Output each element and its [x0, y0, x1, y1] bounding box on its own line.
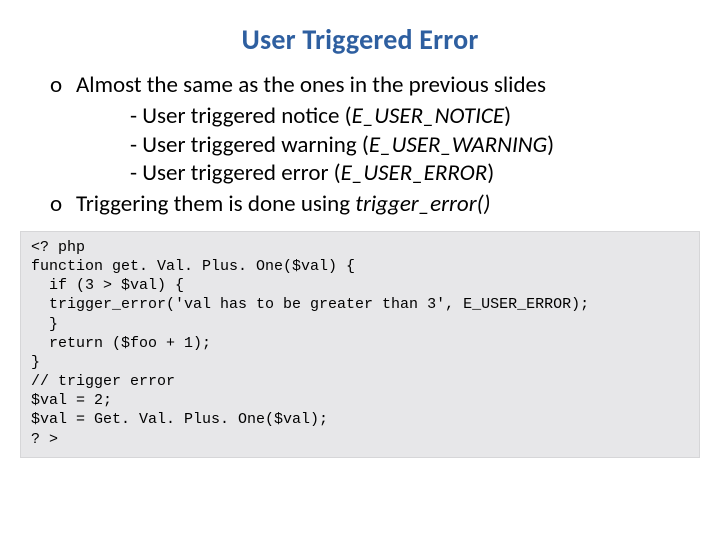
slide: User Triggered Error o Almost the same a… [0, 0, 720, 540]
sub-bullet-item: - User triggered error (E_USER_ERROR) [130, 159, 696, 188]
constant-name: E_USER_ERROR [341, 159, 488, 187]
sub-bullet-text: - User triggered error ( [130, 159, 341, 187]
code-block: <? php function get. Val. Plus. One($val… [20, 231, 700, 458]
bullet-marker: o [50, 190, 76, 219]
sub-bullet-text: - User triggered notice ( [130, 102, 352, 130]
sub-bullet-item: - User triggered warning (E_USER_WARNING… [130, 131, 696, 160]
sub-bullet-suffix: ) [504, 102, 511, 130]
constant-name: E_USER_WARNING [369, 131, 547, 159]
sub-bullet-suffix: ) [487, 159, 494, 187]
sub-bullet-suffix: ) [547, 131, 554, 159]
constant-name: E_USER_NOTICE [352, 102, 505, 130]
function-name: trigger_error() [355, 190, 490, 218]
bullet-item: o Triggering them is done using trigger_… [50, 190, 696, 219]
bullet-list: o Almost the same as the ones in the pre… [24, 71, 696, 219]
sub-bullet-item: - User triggered notice (E_USER_NOTICE) [130, 102, 696, 131]
bullet-text: Almost the same as the ones in the previ… [76, 71, 546, 100]
bullet-text: Triggering them is done using trigger_er… [76, 190, 491, 219]
bullet-text-prefix: Triggering them is done using [76, 190, 355, 218]
bullet-marker: o [50, 71, 76, 100]
slide-title: User Triggered Error [18, 22, 702, 57]
bullet-item: o Almost the same as the ones in the pre… [50, 71, 696, 100]
sub-bullet-text: - User triggered warning ( [130, 131, 369, 159]
